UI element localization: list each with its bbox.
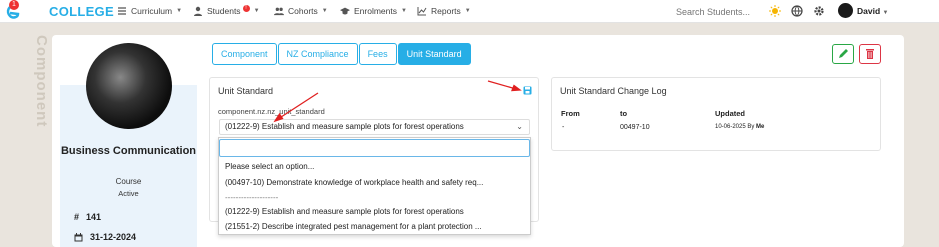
unit-standard-title: Unit Standard xyxy=(218,86,274,96)
nav-curriculum[interactable]: Curriculum ▼ xyxy=(117,6,182,16)
menu-icon xyxy=(118,7,126,15)
trash-icon xyxy=(866,49,874,59)
component-status: Active xyxy=(118,189,139,198)
edit-button[interactable] xyxy=(832,44,854,64)
change-log-title: Unit Standard Change Log xyxy=(560,86,667,96)
pencil-icon xyxy=(839,49,848,58)
user-name-label: David xyxy=(857,6,881,16)
log-header-to: to xyxy=(620,109,628,118)
log-cell-from: - xyxy=(562,124,565,131)
save-icon[interactable] xyxy=(523,86,532,95)
gear-icon[interactable] xyxy=(813,5,825,17)
log-header-updated: Updated xyxy=(715,109,745,118)
dropdown-option[interactable]: Please select an option... xyxy=(225,162,525,171)
page-section-label: Component xyxy=(33,35,50,128)
unit-standard-field-label: component.nz.nz_unit_standard xyxy=(218,107,325,116)
chevron-down-icon: ▼ xyxy=(176,8,183,14)
component-date: 31-12-2024 xyxy=(90,232,137,242)
nav-students[interactable]: Students ! ▼ xyxy=(193,4,260,16)
log-cell-updated: 10-06-2025 By Me xyxy=(715,124,764,130)
dropdown-separator: -------------------- xyxy=(225,193,279,202)
nav-enrolments[interactable]: Enrolments ▼ xyxy=(340,6,407,16)
chart-icon xyxy=(417,7,427,16)
chevron-down-icon: ▼ xyxy=(321,8,328,14)
person-icon xyxy=(194,6,202,16)
nav-reports[interactable]: Reports ▼ xyxy=(417,6,471,16)
dropdown-option[interactable]: (00497-10) Demonstrate knowledge of work… xyxy=(225,178,525,187)
nav-curriculum-label: Curriculum xyxy=(131,6,173,16)
globe-icon[interactable] xyxy=(791,5,803,17)
dropdown-search-input[interactable] xyxy=(219,139,530,157)
component-id-row: # 141 xyxy=(74,212,101,222)
nav-cohorts-label: Cohorts xyxy=(288,6,318,16)
nav-cohorts[interactable]: Cohorts ▼ xyxy=(274,6,328,16)
log-cell-to: 00497-10 xyxy=(620,124,650,131)
chevron-down-icon: ▼ xyxy=(253,8,260,14)
tab-component[interactable]: Component xyxy=(212,43,277,65)
nav-students-label: Students xyxy=(207,6,241,16)
log-updated-by: Me xyxy=(756,124,765,130)
user-avatar[interactable] xyxy=(838,3,853,18)
component-type: Course xyxy=(115,177,142,186)
component-date-row: 31-12-2024 xyxy=(74,232,136,242)
search-students-input[interactable] xyxy=(676,4,758,19)
tab-bar: Component NZ Compliance Fees Unit Standa… xyxy=(212,43,472,65)
chevron-down-icon: ⌄ xyxy=(516,122,523,131)
nav-enrolments-label: Enrolments xyxy=(354,6,397,16)
dropdown-option[interactable]: (01222-9) Establish and measure sample p… xyxy=(225,207,525,216)
tab-fees[interactable]: Fees xyxy=(358,43,397,65)
log-updated-date: 10-06-2025 By xyxy=(715,124,755,130)
notification-badge: 1 xyxy=(9,0,19,10)
user-menu[interactable]: David ▼ xyxy=(857,6,888,16)
component-id: 141 xyxy=(86,212,102,222)
selected-value: (01222-9) Establish and measure sample p… xyxy=(225,122,464,131)
dropdown-option[interactable]: (21551-2) Describe integrated pest manag… xyxy=(225,222,525,231)
graduation-icon xyxy=(340,7,350,15)
nav-reports-label: Reports xyxy=(431,6,461,16)
tab-nz-compliance[interactable]: NZ Compliance xyxy=(277,43,358,65)
brand-name[interactable]: COLLEGE xyxy=(49,4,114,19)
component-image xyxy=(86,43,172,129)
people-icon xyxy=(274,7,284,16)
log-header-from: From xyxy=(561,109,580,118)
delete-button[interactable] xyxy=(859,44,881,64)
sun-icon[interactable] xyxy=(769,5,781,17)
calendar-icon xyxy=(74,232,83,241)
chevron-down-icon: ▼ xyxy=(882,10,889,16)
top-navbar: 1 COLLEGE Curriculum ▼ Students ! ▼ Coho… xyxy=(0,0,939,23)
tab-unit-standard[interactable]: Unit Standard xyxy=(397,43,471,65)
unit-standard-select[interactable]: (01222-9) Establish and measure sample p… xyxy=(219,119,530,135)
chevron-down-icon: ▼ xyxy=(401,8,407,14)
students-alert-badge: ! xyxy=(242,4,250,12)
hash-icon: # xyxy=(74,212,80,222)
chevron-down-icon: ▼ xyxy=(464,8,471,14)
component-name: Business Communication xyxy=(60,145,197,157)
